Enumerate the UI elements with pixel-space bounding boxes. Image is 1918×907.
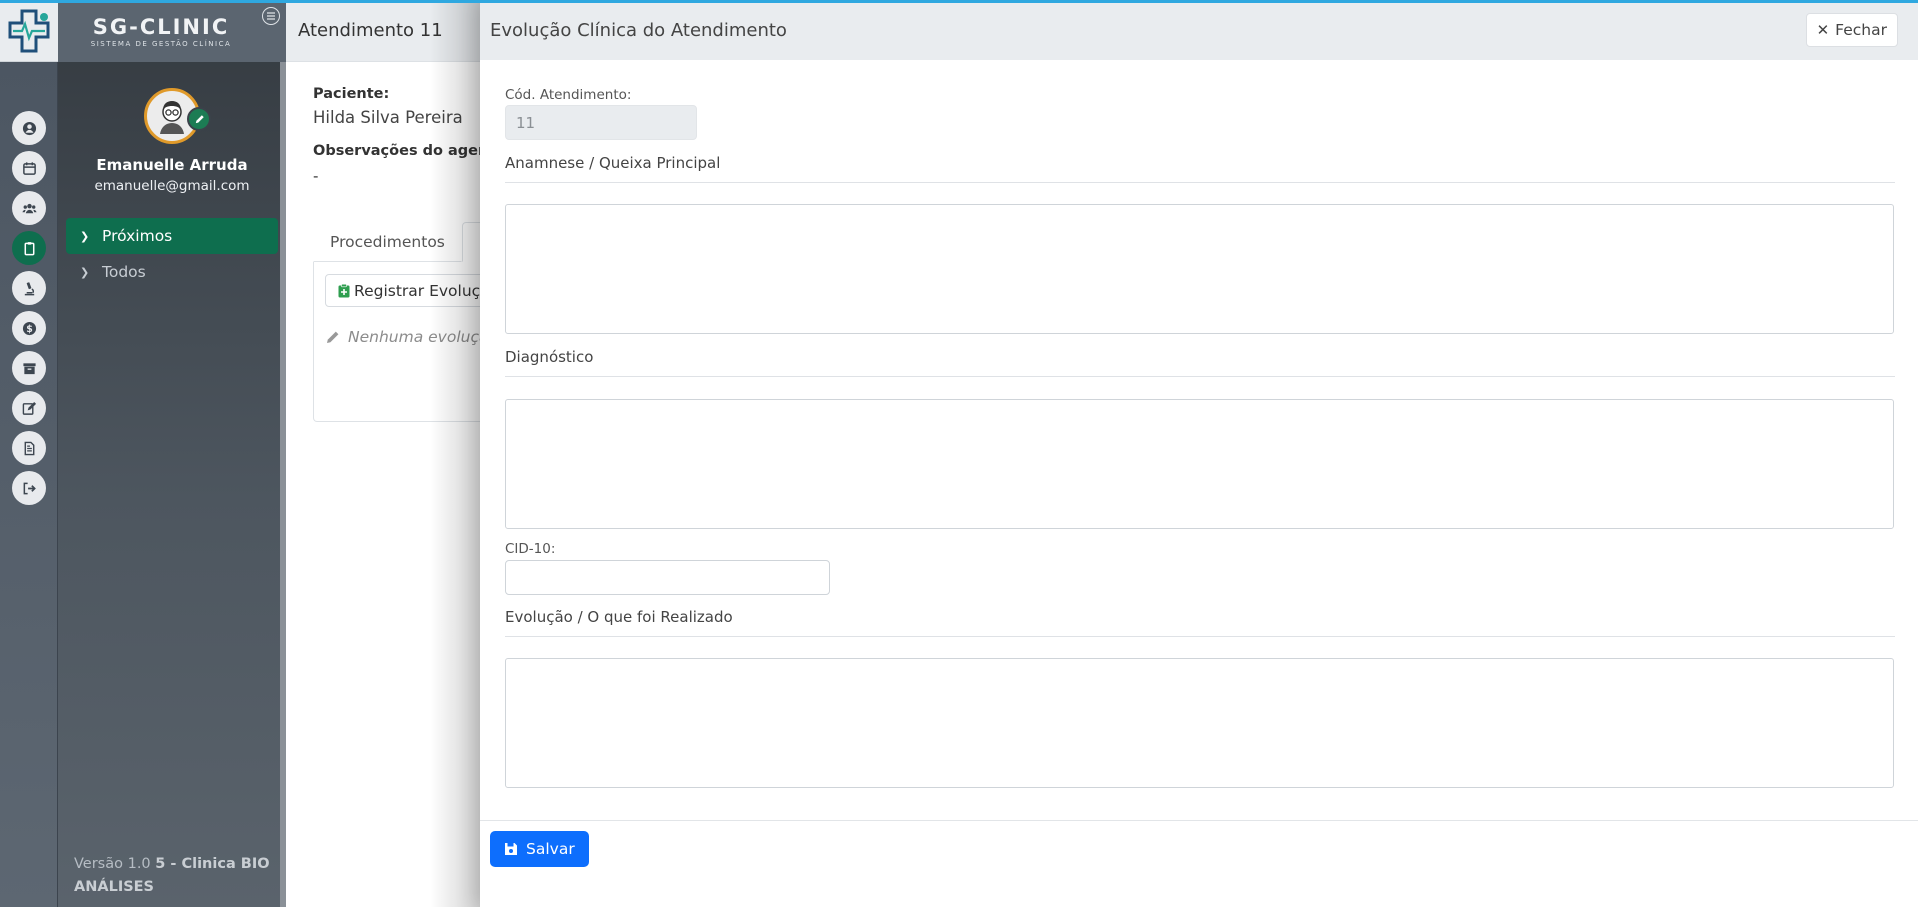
clipboard-icon [24, 241, 34, 255]
calendar-icon [22, 161, 36, 175]
save-button[interactable]: Salvar [490, 831, 589, 867]
rail-logout-button[interactable] [12, 471, 46, 505]
brand: SG-CLINIC SISTEMA DE GESTÃO CLÍNICA [58, 0, 286, 62]
overlay-shadow [430, 0, 480, 907]
sidebar-item-label: Todos [102, 263, 146, 281]
logout-icon [23, 482, 36, 494]
rail-edit-button[interactable] [12, 391, 46, 425]
chevron-right-icon: ❯ [80, 265, 90, 279]
users-icon [21, 203, 37, 213]
dollar-icon: $ [22, 321, 36, 335]
version-number: Versão 1.0 [74, 856, 151, 872]
evolucao-label: Evolução / O que foi Realizado [505, 608, 1895, 637]
avatar [144, 88, 211, 144]
close-button[interactable]: ✕ Fechar [1805, 13, 1898, 47]
rail-archive-button[interactable] [12, 351, 46, 385]
sidebar-item-todos[interactable]: ❯ Todos [66, 254, 278, 290]
top-accent-line [0, 0, 1918, 3]
evolucao-textarea[interactable] [505, 658, 1894, 788]
code-label: Cód. Atendimento: [505, 87, 632, 103]
clinic-logo[interactable] [0, 0, 58, 62]
close-icon: ✕ [1816, 21, 1830, 39]
rail-users-button[interactable] [12, 191, 46, 225]
sidebar-item-label: Próximos [102, 227, 173, 245]
code-input: 11 [505, 105, 697, 140]
icon-rail: $ [0, 0, 58, 907]
evolution-panel: Evolução Clínica do Atendimento ✕ Fechar… [480, 0, 1918, 907]
rail-microscope-button[interactable] [12, 271, 46, 305]
profile-name: Emanuelle Arruda [96, 156, 248, 174]
anamnese-textarea[interactable] [505, 204, 1894, 334]
rail-finance-button[interactable]: $ [12, 311, 46, 345]
archive-icon [22, 362, 36, 374]
panel-title: Evolução Clínica do Atendimento [490, 19, 787, 41]
user-icon [22, 121, 36, 135]
pencil-icon [195, 114, 204, 123]
close-label: Fechar [1835, 21, 1887, 39]
sidebar: SG-CLINIC SISTEMA DE GESTÃO CLÍNICA Eman… [58, 0, 286, 907]
cid-input[interactable] [505, 560, 830, 595]
edit-icon [22, 401, 36, 415]
rail-user-button[interactable] [12, 111, 46, 145]
rail-calendar-button[interactable] [12, 151, 46, 185]
sidebar-item-proximos[interactable]: ❯ Próximos [66, 218, 278, 254]
hamburger-icon [267, 12, 275, 20]
rail-clipboard-button[interactable] [12, 231, 46, 265]
user-profile: Emanuelle Arruda emanuelle@gmail.com [58, 62, 286, 194]
save-label: Salvar [526, 840, 575, 858]
floppy-disk-icon [505, 843, 517, 855]
panel-header: Evolução Clínica do Atendimento ✕ Fechar [480, 0, 1918, 60]
microscope-icon [24, 281, 34, 295]
brand-title: SG-CLINIC [92, 14, 230, 39]
profile-email: emanuelle@gmail.com [94, 178, 250, 194]
menu-toggle-button[interactable] [262, 7, 280, 25]
rail-document-button[interactable] [12, 431, 46, 465]
cid-label: CID-10: [505, 541, 556, 557]
anamnese-label: Anamnese / Queixa Principal [505, 154, 1895, 183]
user-avatar-icon [160, 101, 184, 134]
diagnostico-textarea[interactable] [505, 399, 1894, 529]
panel-footer: Salvar [480, 820, 1918, 907]
diagnostico-label: Diagnóstico [505, 348, 1895, 377]
version-info: Versão 1.0 5 - Clinica BIO ANÁLISES [74, 853, 274, 899]
pencil-icon [327, 331, 339, 343]
document-icon [24, 441, 34, 455]
svg-text:$: $ [26, 323, 33, 334]
clipboard-plus-icon [338, 283, 350, 297]
edit-avatar-button[interactable] [187, 107, 211, 131]
brand-subtitle: SISTEMA DE GESTÃO CLÍNICA [90, 39, 232, 48]
cross-logo-icon [8, 9, 50, 52]
chevron-right-icon: ❯ [80, 229, 90, 243]
sidebar-nav: ❯ Próximos ❯ Todos [58, 218, 286, 290]
